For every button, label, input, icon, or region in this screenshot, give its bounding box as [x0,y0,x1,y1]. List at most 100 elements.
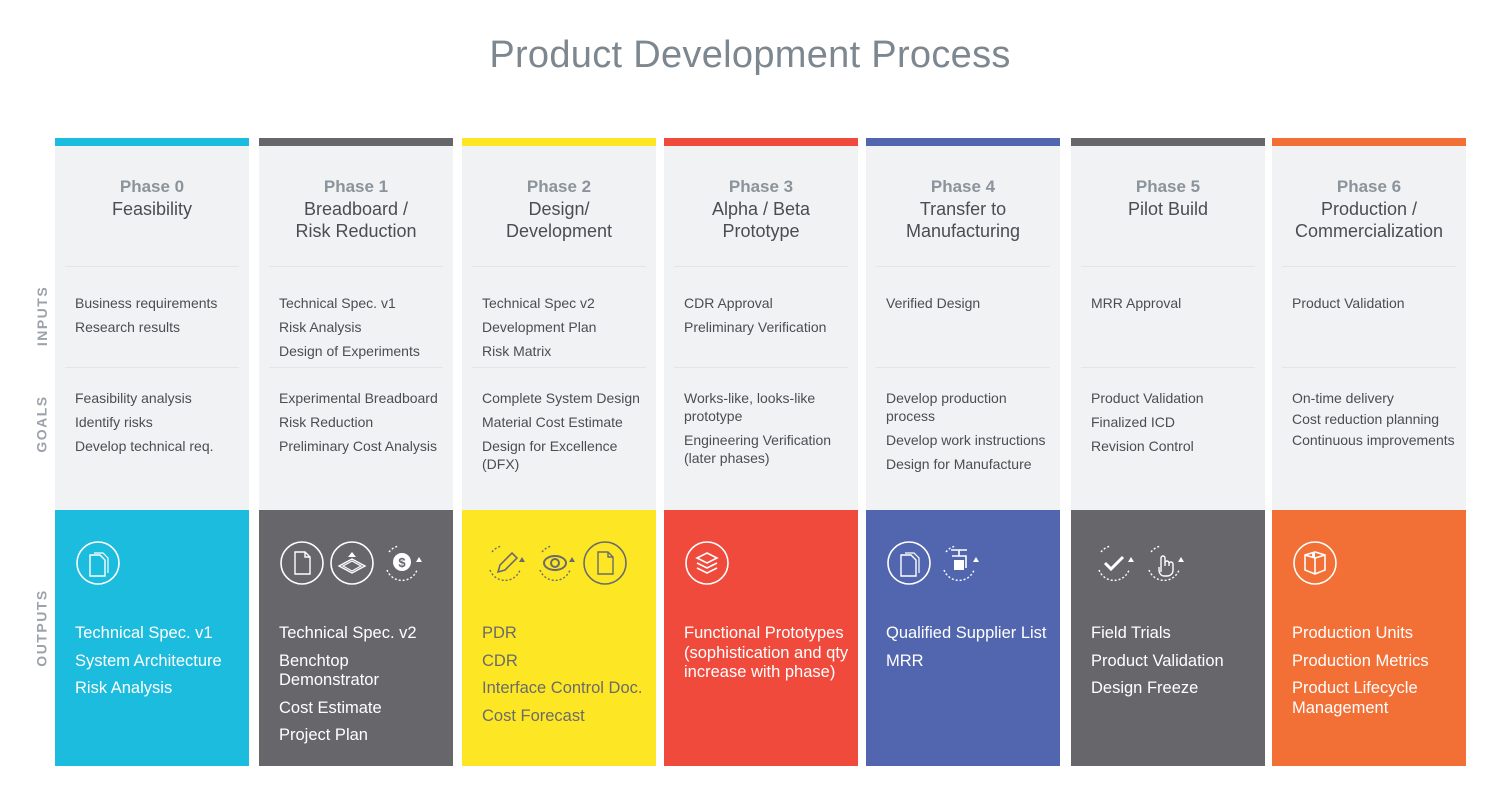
box-icon [1293,541,1337,585]
goal-item: Develop work instructions [886,432,1046,448]
documents-icon [887,541,931,585]
goals-list: Product Validation Finalized ICD Revision … [1091,389,1259,461]
output-item: MRR [886,651,924,670]
goal-item: Complete System Design [482,390,640,406]
output-item: Cost Forecast [482,706,585,725]
phase-header: Phase 0 Feasibility [55,176,249,220]
output-item: Qualified Supplier List [886,624,1047,642]
goal-item: Cost reduction planning [1292,411,1440,427]
inputs-list: MRR Approval [1091,294,1259,318]
output-item: Technical Spec. v1 [75,624,213,642]
outputs-panel: Field Trials Product Validation Design Fre… [1071,510,1265,766]
phase-column: Phase 2 Design/ Development Technical Sp… [462,138,656,766]
phase-color-bar [1272,138,1466,146]
output-item: Production Units [1292,624,1414,642]
outputs-list: Technical Spec. v2 Benchtop Demonstrator C… [279,624,445,754]
phase-column: Phase 5 Pilot Build MRR Approval Product… [1071,138,1265,766]
goals-list: On-time delivery Cost reduction planning C… [1292,389,1460,452]
phase-column: Phase 0 Feasibility Business requirement… [55,138,249,766]
transfer-cycle-icon [943,545,979,582]
phase-column: Phase 4 Transfer to Manufacturing Verifi… [866,138,1060,766]
phase-details: Phase 6 Production / Commercialization P… [1272,146,1466,510]
phase-details: Phase 4 Transfer to Manufacturing Verifi… [866,146,1060,510]
phase-header: Phase 1 Breadboard / Risk Reduction [259,176,453,242]
goal-item: Material Cost Estimate [482,414,623,430]
page-title: Product Development Process [489,34,1011,76]
phase-header: Phase 6 Production / Commercialization [1272,176,1466,242]
outputs-panel: Technical Spec. v1 System Architecture Ris… [55,510,249,766]
phase-number: Phase 4 [930,177,996,196]
goal-item: Risk Reduction [279,414,374,430]
input-item: Verified Design [886,295,981,311]
divider [472,367,646,368]
input-item: CDR Approval [684,295,773,311]
divider [1081,367,1255,368]
outputs-panel: Functional Prototypes (sophistication an… [664,510,858,766]
output-item: Interface Control Doc. [482,679,643,697]
goal-item: Works-like, looks-like prototype [684,390,816,424]
outputs-panel: Production Units Production Metrics Produc… [1272,510,1466,766]
phase-name: Transfer to Manufacturing [905,199,1021,241]
inputs-list: CDR Approval Preliminary Verification [684,294,852,342]
divider [269,367,443,368]
dollar-cycle-icon: $ [386,545,422,582]
output-item: Functional Prototypes (sophistication an… [684,624,849,681]
output-item: Production Metrics [1292,651,1429,670]
outputs-panel: Qualified Supplier List MRR [866,510,1060,766]
phase-number: Phase 2 [526,177,592,196]
divider [65,266,239,267]
output-item: Technical Spec. v2 [279,624,417,642]
divider [674,367,848,368]
outputs-list: Field Trials Product Validation Design Fre… [1091,624,1257,707]
phase-number: Phase 0 [119,177,185,196]
outputs-list: Production Units Production Metrics Produc… [1292,624,1458,726]
output-item: System Architecture [75,651,222,670]
phase-details: Phase 1 Breadboard / Risk Reduction Tech… [259,146,453,510]
output-item: Product Validation [1091,651,1224,670]
phase-name: Production / Commercialization [1294,199,1444,241]
stack-icon [685,541,729,585]
goal-item: Design for Excellence (DFX) [482,438,618,472]
output-item: Product Lifecycle Management [1292,679,1418,717]
outputs-list: Qualified Supplier List MRR [886,624,1052,679]
svg-text:$: $ [398,555,406,570]
goal-item: Develop production process [886,390,1007,424]
output-item: Risk Analysis [75,679,173,697]
phase-number: Phase 3 [728,177,794,196]
phase-details: Phase 2 Design/ Development Technical Sp… [462,146,656,510]
phase-header: Phase 5 Pilot Build [1071,176,1265,220]
check-cycle-icon [1098,545,1134,582]
goals-list: Feasibility analysis Identify risks Develo… [75,389,243,461]
input-item: Development Plan [482,319,597,335]
phase-name: Pilot Build [1127,199,1209,219]
input-item: Technical Spec v2 [482,295,595,311]
input-item: Technical Spec. v1 [279,295,396,311]
output-item: PDR [482,624,517,642]
phase-name: Feasibility [111,199,193,219]
phase-header: Phase 3 Alpha / Beta Prototype [664,176,858,242]
touch-cycle-icon [1148,545,1184,582]
inputs-list: Technical Spec. v1 Risk Analysis Design of… [279,294,447,366]
output-icons [886,540,982,586]
outputs-panel: PDR CDR Interface Control Doc. Cost Forecas… [462,510,656,766]
goal-item: On-time delivery [1292,390,1394,406]
phase-name: Breadboard / Risk Reduction [295,199,417,241]
input-item: Preliminary Verification [684,319,827,335]
divider [1282,367,1456,368]
output-icons [1292,540,1338,586]
phase-column: Phase 6 Production / Commercialization P… [1272,138,1466,766]
input-item: Risk Matrix [482,343,552,359]
goals-list: Works-like, looks-like prototype Engineer… [684,389,852,473]
phase-header: Phase 4 Transfer to Manufacturing [866,176,1060,242]
layers-icon [330,541,374,585]
divider [269,266,443,267]
input-item: Design of Experiments [279,343,420,359]
goal-item: Experimental Breadboard [279,390,438,406]
goal-item: Develop technical req. [75,438,214,454]
phase-number: Phase 6 [1336,177,1402,196]
inputs-list: Technical Spec v2 Development Plan Risk Ma… [482,294,650,366]
input-item: Research results [75,319,181,335]
divider [1282,266,1456,267]
eye-cycle-icon [539,545,575,582]
goal-item: Identify risks [75,414,153,430]
